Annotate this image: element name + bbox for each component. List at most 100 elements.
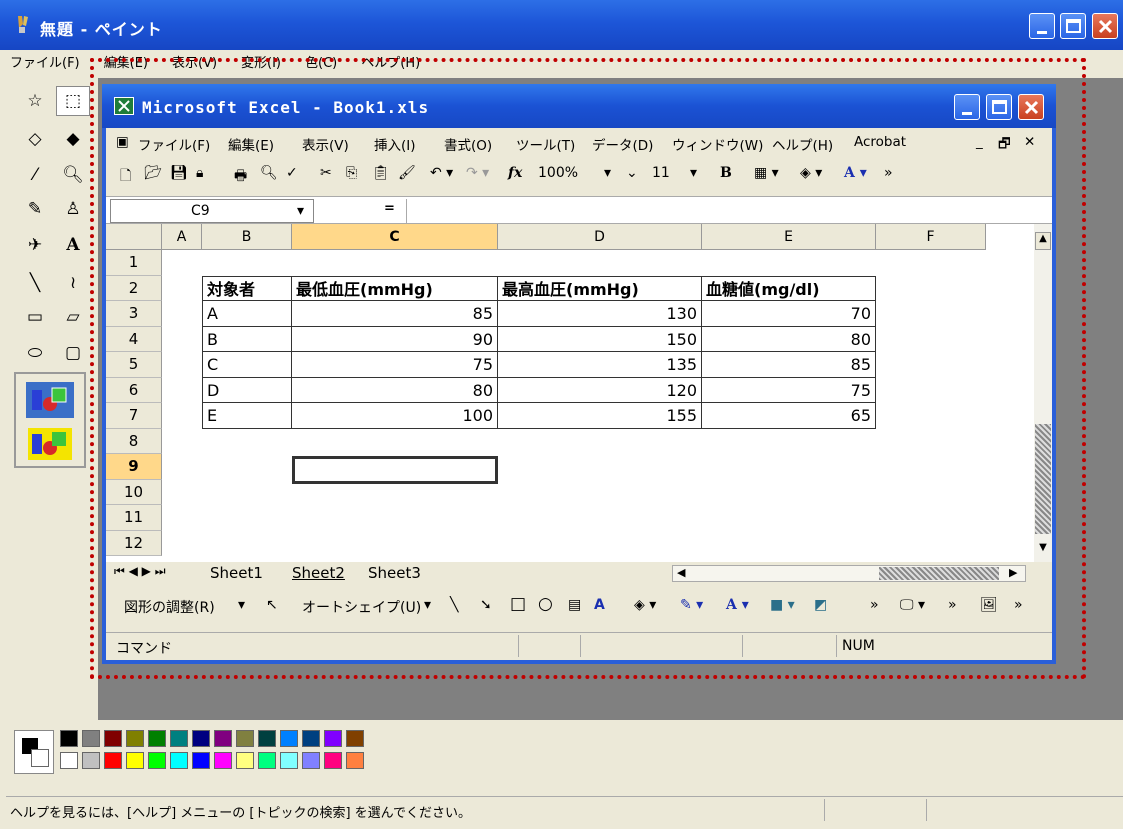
row-header[interactable]: 4 xyxy=(106,326,162,352)
scroll-down-icon[interactable]: ▼ xyxy=(1035,542,1051,558)
table-cell[interactable]: A xyxy=(202,301,292,327)
palette-swatch[interactable] xyxy=(148,752,166,769)
zoom-value[interactable]: 100% xyxy=(538,165,578,181)
spelling-icon[interactable]: ✓ xyxy=(286,165,298,181)
print-preview-icon[interactable]: 🔍︎ xyxy=(260,165,278,181)
font-size-value[interactable]: 11 xyxy=(652,165,670,181)
palette-swatch[interactable] xyxy=(104,730,122,747)
palette-swatch[interactable] xyxy=(280,752,298,769)
active-cell[interactable] xyxy=(292,456,498,484)
column-header[interactable]: F xyxy=(876,224,986,250)
row-header[interactable]: 1 xyxy=(106,250,162,276)
table-header-cell[interactable]: 対象者 xyxy=(202,275,292,301)
eraser-icon[interactable]: ◇ xyxy=(18,124,52,154)
fill-icon[interactable]: ◆ xyxy=(56,124,90,154)
palette-swatch[interactable] xyxy=(346,730,364,747)
draw-line-icon[interactable]: ╲ xyxy=(450,597,458,613)
vertical-scrollbar[interactable]: ▲ ▼ xyxy=(1034,224,1052,562)
palette-swatch[interactable] xyxy=(104,752,122,769)
table-cell[interactable]: 130 xyxy=(498,301,702,327)
magnifier-icon[interactable]: 🔍︎ xyxy=(56,160,90,190)
scroll-up-icon[interactable]: ▲ xyxy=(1035,232,1051,250)
print-icon[interactable]: 🖶︎ xyxy=(234,165,247,189)
permission-icon[interactable]: 🔒︎ xyxy=(196,165,203,181)
row-header[interactable]: 3 xyxy=(106,301,162,327)
drawbar-more3-icon[interactable]: » xyxy=(1014,597,1023,613)
palette-swatch[interactable] xyxy=(324,752,342,769)
column-header[interactable]: B xyxy=(202,224,292,250)
horizontal-scrollbar[interactable]: ◀ ▶ xyxy=(672,565,1026,582)
airbrush-icon[interactable]: ✈ xyxy=(18,230,52,260)
excel-menu-edit[interactable]: 編集(E) xyxy=(228,134,274,154)
wordart-icon[interactable]: A xyxy=(594,597,605,613)
name-box[interactable]: C9 ▾ xyxy=(110,199,314,223)
menu-edit[interactable]: 編集(E) xyxy=(102,52,150,72)
copy-icon[interactable]: ⎘ xyxy=(346,165,357,181)
scroll-right-icon[interactable]: ▶ xyxy=(1009,566,1017,579)
table-cell[interactable]: 65 xyxy=(702,403,876,429)
open-icon[interactable]: 📂︎ xyxy=(144,165,162,181)
palette-swatch[interactable] xyxy=(126,752,144,769)
excel-menu-data[interactable]: データ(D) xyxy=(592,134,653,154)
table-cell[interactable]: 85 xyxy=(292,301,498,327)
table-header-cell[interactable]: 最高血圧(mmHg) xyxy=(498,275,702,301)
ellipse-icon[interactable]: ⬭ xyxy=(18,338,52,368)
formula-input[interactable] xyxy=(406,199,1046,223)
undo-icon[interactable]: ↶ ▾ xyxy=(430,165,453,181)
table-cell[interactable]: 75 xyxy=(292,352,498,378)
textbox-icon[interactable]: ▤ xyxy=(568,597,581,613)
palette-swatch[interactable] xyxy=(126,730,144,747)
polygon-icon[interactable]: ▱ xyxy=(56,302,90,332)
redo-icon[interactable]: ↷ ▾ xyxy=(466,165,489,181)
palette-swatch[interactable] xyxy=(60,730,78,747)
minimize-button[interactable] xyxy=(1029,13,1055,39)
borders-icon[interactable]: ▦ ▾ xyxy=(754,165,779,181)
menu-view[interactable]: 表示(V) xyxy=(170,52,219,72)
close-button[interactable] xyxy=(1092,13,1118,39)
maximize-button[interactable] xyxy=(1060,13,1086,39)
palette-swatch[interactable] xyxy=(170,730,188,747)
rect-select-icon[interactable]: ⬚ xyxy=(56,86,90,116)
palette-swatch[interactable] xyxy=(302,730,320,747)
excel-menu-view[interactable]: 表示(V) xyxy=(302,134,349,154)
tab-nav-icons[interactable]: ⏮ ◀ ▶ ⏭ xyxy=(114,564,166,579)
draw-adjust-menu[interactable]: 図形の調整(R) xyxy=(124,597,215,617)
excel-maximize-button[interactable] xyxy=(986,94,1012,120)
rectangle-icon[interactable]: ▭ xyxy=(18,302,52,332)
format-painter-icon[interactable]: 🖌︎ xyxy=(398,165,416,181)
palette-swatch[interactable] xyxy=(60,752,78,769)
monitor-icon[interactable]: 🖵︎ ▾ xyxy=(900,597,925,613)
draw-font-color-icon[interactable]: A ▾ xyxy=(726,597,749,613)
palette-swatch[interactable] xyxy=(148,730,166,747)
palette-swatch[interactable] xyxy=(258,752,276,769)
table-cell[interactable]: 120 xyxy=(498,377,702,403)
doc-minimize-icon[interactable]: _ xyxy=(976,134,983,150)
toolbar-more-icon[interactable]: » xyxy=(884,165,893,181)
palette-swatch[interactable] xyxy=(258,730,276,747)
palette-swatch[interactable] xyxy=(82,730,100,747)
pencil-icon[interactable]: ✎ xyxy=(18,194,52,224)
palette-swatch[interactable] xyxy=(236,752,254,769)
table-header-cell[interactable]: 血糖値(mg/dl) xyxy=(702,275,876,301)
palette-swatch[interactable] xyxy=(302,752,320,769)
scroll-thumb[interactable] xyxy=(1035,424,1051,534)
tab-sheet2[interactable]: Sheet2 xyxy=(292,564,345,582)
row-header[interactable]: 7 xyxy=(106,403,162,429)
row-header[interactable]: 11 xyxy=(106,505,162,531)
column-header[interactable]: A xyxy=(162,224,202,250)
table-cell[interactable]: 80 xyxy=(702,326,876,352)
opaque-option[interactable] xyxy=(26,382,74,418)
cut-icon[interactable]: ✂ xyxy=(320,165,332,181)
free-select-icon[interactable]: ☆ xyxy=(18,86,52,116)
row-header[interactable]: 5 xyxy=(106,352,162,378)
palette-swatch[interactable] xyxy=(324,730,342,747)
current-color-box[interactable] xyxy=(14,730,54,774)
transparent-option[interactable] xyxy=(26,426,74,462)
palette-swatch[interactable] xyxy=(236,730,254,747)
autoshape-dropdown-icon[interactable]: ▾ xyxy=(424,597,431,613)
table-cell[interactable]: 85 xyxy=(702,352,876,378)
excel-menu-window[interactable]: ウィンドウ(W) xyxy=(672,134,763,154)
new-icon[interactable]: 🗋︎ xyxy=(120,165,131,189)
menu-colors[interactable]: 色(C) xyxy=(303,52,339,72)
doc-restore-icon[interactable]: 🗗︎ xyxy=(998,134,1011,157)
